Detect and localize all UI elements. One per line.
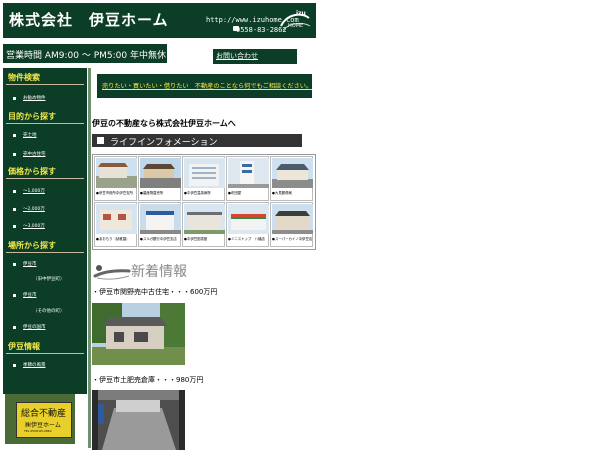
info-card[interactable]: ●スルガ銀行中伊豆支店 xyxy=(138,202,181,247)
section-title: ライフインフォメーション xyxy=(110,138,218,148)
divider xyxy=(6,353,84,354)
sidebar-item[interactable]: ～1,000万 xyxy=(23,188,45,194)
sidebar-divider xyxy=(88,68,91,448)
divider xyxy=(6,123,84,124)
life-info-grid: ●伊豆市役所中伊豆支所 ●農産物直売所 ●中伊豆温泉病院 ●布団屋 ●大見郵便局… xyxy=(92,154,316,250)
logo-mark: izu xyxy=(296,10,306,17)
sidebar-section-title: 場所から探す xyxy=(8,241,56,250)
info-card[interactable]: ●スーパーカイノ中伊豆店 xyxy=(270,202,313,247)
sidebar-item[interactable]: 売土地 xyxy=(23,132,37,138)
building-photo xyxy=(184,158,225,188)
divider xyxy=(6,252,84,253)
info-card[interactable]: ●中伊豆温泉病院 xyxy=(182,156,225,201)
sidebar-section-title: 物件検索 xyxy=(8,73,40,82)
sidebar-item[interactable]: ～2,000万 xyxy=(23,206,45,212)
business-hours: 営業時間 AM9:00 ～ PM5:00 年中無休 xyxy=(6,51,166,61)
consult-banner-text[interactable]: 売りたい・買いたい・借りたい 不動産のことなら何でもご相談ください。 xyxy=(102,81,312,90)
building-photo xyxy=(140,158,181,188)
building-photo xyxy=(140,204,181,234)
building-photo xyxy=(272,204,313,234)
contact-link[interactable]: お問い合わせ xyxy=(216,51,258,61)
page-tagline: 伊豆の不動産なら株式会社伊豆ホームへ xyxy=(92,119,236,128)
sidebar-item[interactable]: 伊豆市 xyxy=(23,292,37,298)
bullet-icon xyxy=(13,190,16,193)
logo-sub: HOME xyxy=(288,23,304,29)
sidebar: 物件検索 お勧め物件 目的から探す 売土地 売中古住宅 価格から探す ～1,00… xyxy=(3,68,87,394)
sign-text: ㈱伊豆ホーム xyxy=(25,422,61,429)
bullet-icon xyxy=(13,97,16,100)
building-photo xyxy=(228,158,269,188)
bullet-icon xyxy=(13,225,16,228)
sidebar-section-title: 目的から探す xyxy=(8,112,56,121)
building-photo xyxy=(228,204,269,234)
info-card[interactable]: ●中伊豆図書館 xyxy=(182,202,225,247)
bullet-icon xyxy=(13,326,16,329)
building-photo xyxy=(96,158,137,188)
bullet-icon xyxy=(13,208,16,211)
bullet-icon xyxy=(13,134,16,137)
info-card[interactable]: ●ミニストップ 八幡店 xyxy=(226,202,269,247)
sidebar-section-title: 価格から探す xyxy=(8,167,56,176)
news-heading: 新着情報 xyxy=(131,264,187,280)
listing-link[interactable]: ・伊豆市関野売中古住宅・・・600万円 xyxy=(92,287,217,297)
sidebar-item[interactable]: 伊豆の国市 xyxy=(23,324,46,330)
sidebar-item[interactable]: ～3,000万 xyxy=(23,223,45,229)
divider xyxy=(6,178,84,179)
info-card[interactable]: ●大見郵便局 xyxy=(270,156,313,201)
sidebar-section-title: 伊豆情報 xyxy=(8,342,40,351)
building-photo xyxy=(272,158,313,188)
building-photo xyxy=(96,204,137,234)
sidebar-item[interactable]: 季節の風景 xyxy=(23,362,46,368)
company-name: 株式会社 伊豆ホーム xyxy=(9,11,169,29)
info-card[interactable]: ●伊豆市役所中伊豆支所 xyxy=(94,156,137,201)
sidebar-item-note: （旧中伊豆町） xyxy=(33,277,65,282)
sidebar-item-note: （その他の町） xyxy=(33,309,65,314)
sign-text: 総合不動産 xyxy=(21,409,67,419)
sidebar-item[interactable]: 伊豆市 xyxy=(23,261,37,267)
sidebar-item[interactable]: 売中古住宅 xyxy=(23,151,46,157)
bullet-icon xyxy=(13,364,16,367)
building-photo xyxy=(184,204,225,234)
info-card[interactable]: ●農産物直売所 xyxy=(138,156,181,201)
bullet-icon xyxy=(13,263,16,266)
sign-text: TEL 0558-83-2862 xyxy=(24,429,52,433)
bullet-icon xyxy=(13,153,16,156)
info-card[interactable]: ●あおもり（幼稚園） xyxy=(94,202,137,247)
warehouse-photo[interactable] xyxy=(92,390,185,450)
izu-home-logo xyxy=(280,13,311,31)
bullet-icon xyxy=(13,294,16,297)
square-icon xyxy=(97,137,104,144)
sidebar-item[interactable]: お勧め物件 xyxy=(23,95,46,101)
house-photo[interactable] xyxy=(92,303,185,365)
listing-link[interactable]: ・伊豆市土肥売倉庫・・・980万円 xyxy=(92,375,203,385)
divider xyxy=(6,84,84,85)
info-card[interactable]: ●布団屋 xyxy=(226,156,269,201)
